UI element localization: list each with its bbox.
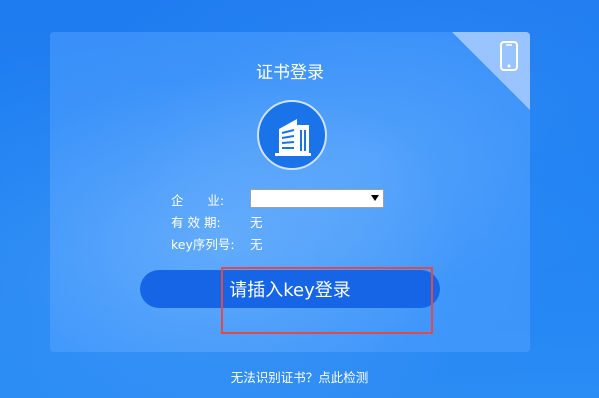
detect-certificate-link[interactable]: 无法识别证书？点此检测 bbox=[0, 367, 599, 386]
building-icon bbox=[275, 119, 311, 156]
company-select[interactable] bbox=[250, 189, 384, 208]
key-serial-row: key序列号: 无 bbox=[50, 233, 530, 253]
company-row: 企 业: bbox=[50, 189, 530, 209]
company-label: 企 业: bbox=[171, 192, 225, 208]
dropdown-arrow-icon[interactable] bbox=[371, 195, 379, 201]
highlight-box bbox=[221, 267, 433, 334]
key-serial-label: key序列号: bbox=[171, 236, 235, 252]
logo bbox=[257, 100, 327, 170]
validity-row: 有 效 期: 无 bbox=[50, 211, 530, 231]
validity-value: 无 bbox=[250, 214, 263, 230]
page-title: 证书登录 bbox=[256, 63, 324, 83]
key-serial-value: 无 bbox=[250, 236, 263, 252]
validity-label: 有 效 期: bbox=[171, 214, 221, 230]
